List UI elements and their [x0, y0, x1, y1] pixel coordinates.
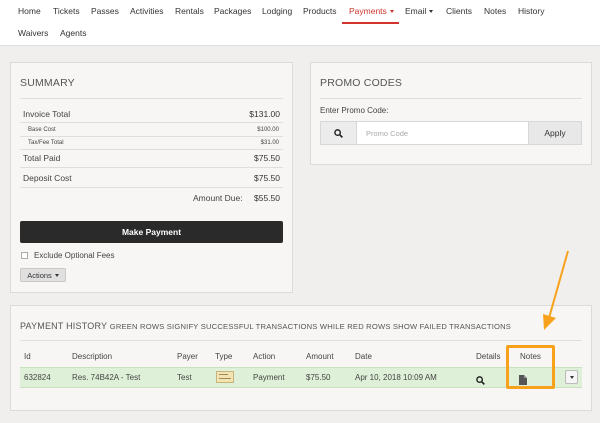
search-icon[interactable] [476, 372, 486, 385]
col-header-details: Details [476, 352, 501, 361]
divider [20, 122, 283, 123]
amount-due-label: Amount Due: [193, 193, 243, 203]
deposit-cost-value: $75.50 [254, 173, 280, 183]
actions-label: Actions [27, 270, 52, 280]
apply-button[interactable]: Apply [528, 122, 581, 144]
nav-history[interactable]: History [518, 6, 544, 16]
nav-payments-label: Payments [349, 6, 387, 16]
summary-title: SUMMARY [20, 77, 75, 89]
tax-fee-label: Tax/Fee Total [28, 140, 64, 146]
nav-packages[interactable]: Packages [214, 6, 251, 16]
divider [20, 136, 283, 137]
col-header-date: Date [355, 352, 372, 361]
row-options-dropdown[interactable] [565, 370, 578, 384]
row-action: Payment [253, 373, 285, 382]
exclude-optional-fees-label: Exclude Optional Fees [34, 251, 115, 260]
divider [20, 340, 582, 341]
nav-clients[interactable]: Clients [446, 6, 472, 16]
payment-history-heading: PAYMENT HISTORY [20, 321, 108, 331]
top-nav: Home Tickets Passes Activities Rentals P… [0, 0, 600, 46]
promo-title: PROMO CODES [320, 77, 403, 89]
col-header-description: Description [72, 352, 113, 361]
invoice-total-value: $131.00 [249, 109, 280, 119]
nav-agents[interactable]: Agents [60, 28, 86, 38]
notes-highlight-box [506, 345, 555, 389]
divider [20, 149, 283, 150]
col-header-id: Id [24, 352, 31, 361]
row-description: Res. 74B42A - Test [72, 373, 141, 382]
divider [320, 98, 582, 99]
chevron-down-icon [429, 9, 434, 13]
active-tab-indicator [342, 22, 399, 24]
chevron-down-icon [54, 273, 59, 277]
nav-email-label: Email [405, 6, 427, 16]
tax-fee-value: $31.00 [260, 140, 279, 146]
chevron-down-icon [389, 9, 394, 13]
nav-passes[interactable]: Passes [91, 6, 119, 16]
check-icon [216, 371, 234, 383]
promo-code-label: Enter Promo Code: [320, 106, 389, 115]
divider [20, 98, 283, 99]
promo-code-input[interactable] [357, 122, 528, 144]
total-paid-value: $75.50 [254, 153, 280, 163]
divider [20, 167, 283, 168]
chevron-down-icon [569, 375, 574, 379]
row-payer: Test [177, 373, 192, 382]
col-header-amount: Amount [306, 352, 334, 361]
col-header-action: Action [253, 352, 276, 361]
nav-notes[interactable]: Notes [484, 6, 506, 16]
payment-history-title: PAYMENT HISTORY GREEN ROWS SIGNIFY SUCCE… [20, 321, 511, 331]
actions-dropdown-button[interactable]: Actions [20, 268, 66, 282]
nav-email[interactable]: Email [405, 6, 434, 16]
nav-activities[interactable]: Activities [130, 6, 164, 16]
nav-tickets[interactable]: Tickets [53, 6, 80, 16]
nav-lodging[interactable]: Lodging [262, 6, 292, 16]
base-cost-value: $100.00 [257, 127, 279, 133]
search-icon[interactable] [321, 122, 357, 144]
divider [20, 187, 283, 188]
col-header-payer: Payer [177, 352, 198, 361]
nav-rentals[interactable]: Rentals [175, 6, 204, 16]
make-payment-button[interactable]: Make Payment [20, 221, 283, 243]
row-amount: $75.50 [306, 373, 331, 382]
nav-home[interactable]: Home [18, 6, 41, 16]
base-cost-label: Base Cost [28, 127, 56, 133]
nav-waivers[interactable]: Waivers [18, 28, 48, 38]
invoice-total-label: Invoice Total [23, 109, 71, 119]
row-id: 632824 [24, 373, 51, 382]
deposit-cost-label: Deposit Cost [23, 173, 72, 183]
nav-products[interactable]: Products [303, 6, 337, 16]
amount-due-value: $55.50 [254, 193, 280, 203]
exclude-optional-fees-checkbox[interactable] [21, 252, 28, 259]
row-date: Apr 10, 2018 10:09 AM [355, 373, 437, 382]
nav-payments[interactable]: Payments [349, 6, 394, 16]
col-header-type: Type [215, 352, 233, 361]
payment-history-subtitle: GREEN ROWS SIGNIFY SUCCESSFUL TRANSACTIO… [109, 322, 512, 331]
total-paid-label: Total Paid [23, 153, 61, 163]
promo-code-input-group: Apply [320, 121, 582, 145]
